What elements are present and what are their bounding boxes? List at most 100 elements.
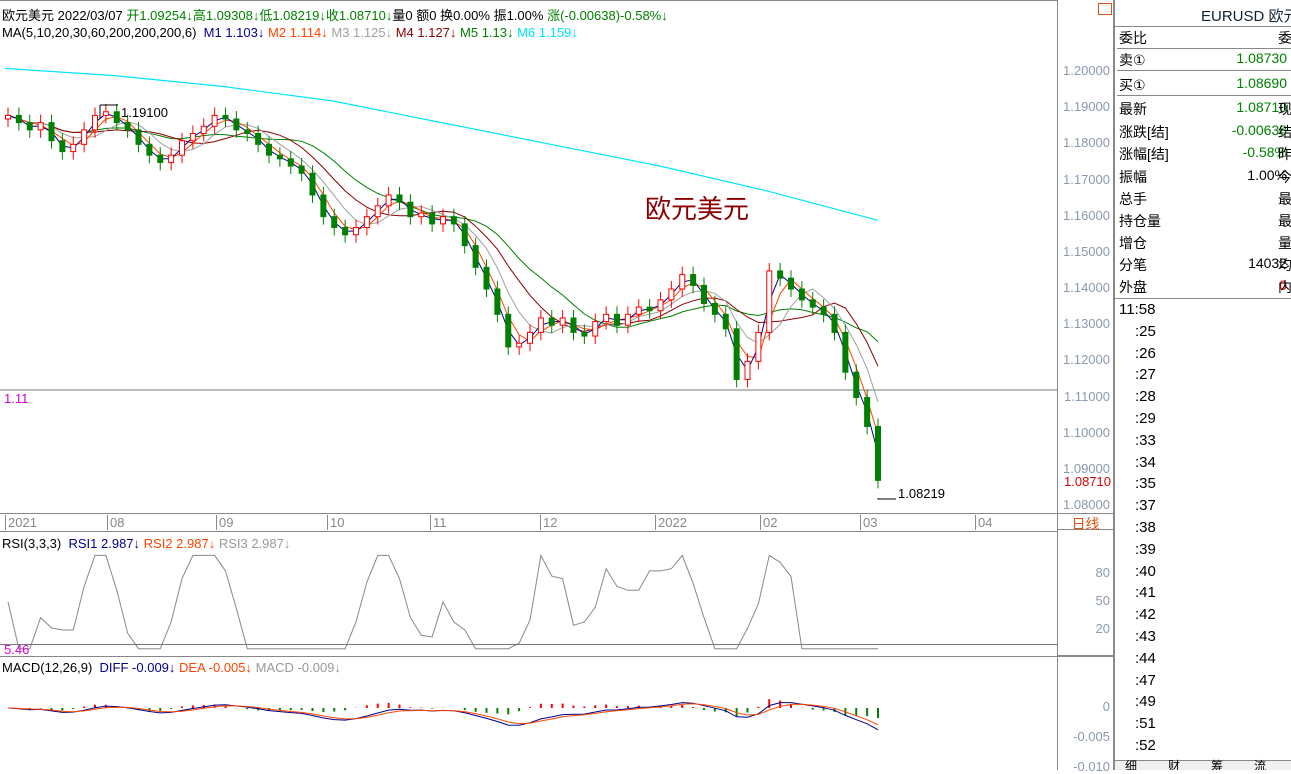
current-price-tag: 1.08710 bbox=[1064, 474, 1111, 489]
quote-label-right: 现 bbox=[1278, 101, 1291, 117]
candle-body bbox=[363, 216, 370, 229]
candle-body bbox=[679, 274, 686, 290]
price-tick: 1.11000 bbox=[1063, 388, 1110, 404]
candle-body bbox=[255, 132, 262, 145]
candle-body bbox=[113, 111, 120, 124]
quote-row: 外盘 0 内 bbox=[1117, 275, 1291, 297]
panel-title: EURUSD 欧元美元 bbox=[1201, 8, 1291, 25]
candle-body bbox=[179, 140, 185, 156]
quote-label: 分笔 bbox=[1119, 257, 1147, 273]
tick-time: :28 bbox=[1135, 388, 1156, 406]
quote-label: 振幅 bbox=[1119, 169, 1147, 185]
ma-m4: M4 1.127↓ bbox=[395, 25, 457, 40]
candle-body bbox=[135, 129, 142, 145]
tick-time: :25 bbox=[1135, 322, 1156, 340]
quote-label: 外盘 bbox=[1119, 279, 1147, 295]
tick-time: :43 bbox=[1135, 628, 1156, 645]
window-toggle-icon[interactable] bbox=[1098, 3, 1112, 15]
quote-row: 最新 1.08710 现 bbox=[1117, 97, 1291, 119]
tick-time: :29 bbox=[1135, 410, 1156, 427]
panel-tab[interactable]: 筹 bbox=[1211, 757, 1223, 770]
rsi3: RSI3 2.987↓ bbox=[218, 536, 291, 551]
candle-body bbox=[5, 114, 11, 120]
open: 开1.09254↓ bbox=[126, 8, 193, 23]
ma-m1: M1 1.103↓ bbox=[203, 25, 265, 40]
candle-body bbox=[505, 313, 512, 348]
candle-body bbox=[266, 143, 272, 156]
candle-body bbox=[146, 143, 153, 156]
time-label: 11 bbox=[430, 515, 447, 530]
macd-value: MACD -0.009↓ bbox=[255, 660, 341, 675]
candle-body bbox=[744, 360, 751, 380]
ma-m6: M6 1.159↓ bbox=[517, 25, 578, 40]
chart-area[interactable]: 欧元美元 2022/03/07 开1.09254↓高1.09308↓低1.082… bbox=[0, 0, 1057, 770]
price-tick: 1.19000 bbox=[1063, 99, 1110, 115]
candle-body bbox=[353, 227, 359, 236]
quote-row: 涨幅[结] -0.58% 昨 bbox=[1117, 142, 1291, 164]
time-label: 2021 bbox=[5, 515, 37, 530]
date: 2022/03/07 bbox=[57, 8, 123, 23]
candle-body bbox=[646, 306, 653, 312]
change: 涨(-0.00638)-0.58%↓ bbox=[547, 8, 668, 23]
quote-panel: EURUSD 欧元美元 委比 委卖① 1.08730 买① 1.08690 最新 1.087… bbox=[1113, 0, 1291, 770]
candle-body bbox=[570, 317, 577, 333]
candle-body bbox=[48, 122, 55, 142]
candle-body bbox=[472, 245, 479, 268]
candle-body bbox=[755, 331, 762, 362]
period-selector[interactable]: 日线 bbox=[1058, 513, 1113, 532]
time-label: 12 bbox=[540, 515, 557, 530]
divider bbox=[1058, 655, 1114, 657]
macd-tick: -0.005 bbox=[1073, 729, 1110, 744]
quote-label: 最新 bbox=[1119, 101, 1147, 117]
price-tick: 1.15000 bbox=[1063, 243, 1110, 259]
panel-tab[interactable]: 流 bbox=[1254, 757, 1266, 770]
candle-body bbox=[92, 114, 98, 131]
quote-row: 分笔 14032 均 bbox=[1117, 253, 1291, 275]
price-tick: 1.13000 bbox=[1063, 316, 1110, 332]
macd-diff: DIFF -0.009↓ bbox=[99, 660, 176, 675]
amount: 额0 bbox=[416, 8, 437, 23]
candle-body bbox=[788, 277, 794, 290]
tick-time: :34 bbox=[1135, 453, 1156, 471]
tick-time: :40 bbox=[1135, 562, 1156, 580]
quote-value: -0.00638 bbox=[1231, 122, 1287, 138]
candle-body bbox=[711, 302, 718, 315]
time-label: 09 bbox=[216, 515, 233, 530]
candle-body bbox=[233, 118, 240, 131]
divider bbox=[0, 644, 1057, 645]
watermark-title: 欧元美元 bbox=[645, 194, 750, 224]
hline-label: 1.11 bbox=[4, 391, 29, 406]
panel-tab[interactable]: 细 bbox=[1125, 757, 1137, 770]
tick-time: :44 bbox=[1135, 649, 1156, 667]
panel-tab[interactable]: 财 bbox=[1168, 757, 1180, 770]
low: 低1.08219↓ bbox=[259, 8, 326, 23]
candle-body bbox=[189, 132, 196, 142]
time-label: 08 bbox=[107, 515, 124, 530]
quote-label-right: 昨 bbox=[1278, 146, 1291, 162]
time-label: 2022 bbox=[655, 515, 687, 530]
candle-body bbox=[15, 114, 22, 124]
candle-body bbox=[461, 223, 468, 247]
ma-legend: MA(5,10,20,30,60,200,200,200,6) M1 1.103… bbox=[2, 25, 578, 40]
quote-label: 持仓量 bbox=[1119, 213, 1161, 229]
tick-time: :27 bbox=[1135, 366, 1156, 384]
quote-label-right: 最 bbox=[1278, 191, 1291, 207]
price-tick: 1.18000 bbox=[1063, 135, 1110, 151]
turnover: 换0.00% bbox=[440, 8, 490, 23]
quote-value: -0.58% bbox=[1242, 144, 1287, 160]
quote-row: 涨跌[结] -0.00638 结 bbox=[1117, 120, 1291, 142]
high: 高1.09308↓ bbox=[192, 8, 260, 23]
candle-body bbox=[809, 299, 816, 308]
candle-body bbox=[157, 154, 164, 163]
macd-title: MACD(12,26,9) bbox=[2, 660, 93, 675]
macd-legend: MACD(12,26,9) DIFF -0.009↓ DEA -0.005↓ M… bbox=[2, 660, 341, 675]
candle-body bbox=[657, 299, 664, 312]
candle-body bbox=[494, 288, 501, 315]
candle-body bbox=[407, 201, 414, 218]
quote-row: 买① 1.08690 bbox=[1117, 73, 1291, 96]
quote-label: 买① bbox=[1119, 77, 1146, 93]
quote-label-right: 均 bbox=[1278, 257, 1291, 273]
candle-body bbox=[853, 371, 860, 399]
candle-body bbox=[70, 143, 77, 153]
rsi-legend: RSI(3,3,3) RSI1 2.987↓ RSI2 2.987↓ RSI3 … bbox=[2, 536, 290, 551]
